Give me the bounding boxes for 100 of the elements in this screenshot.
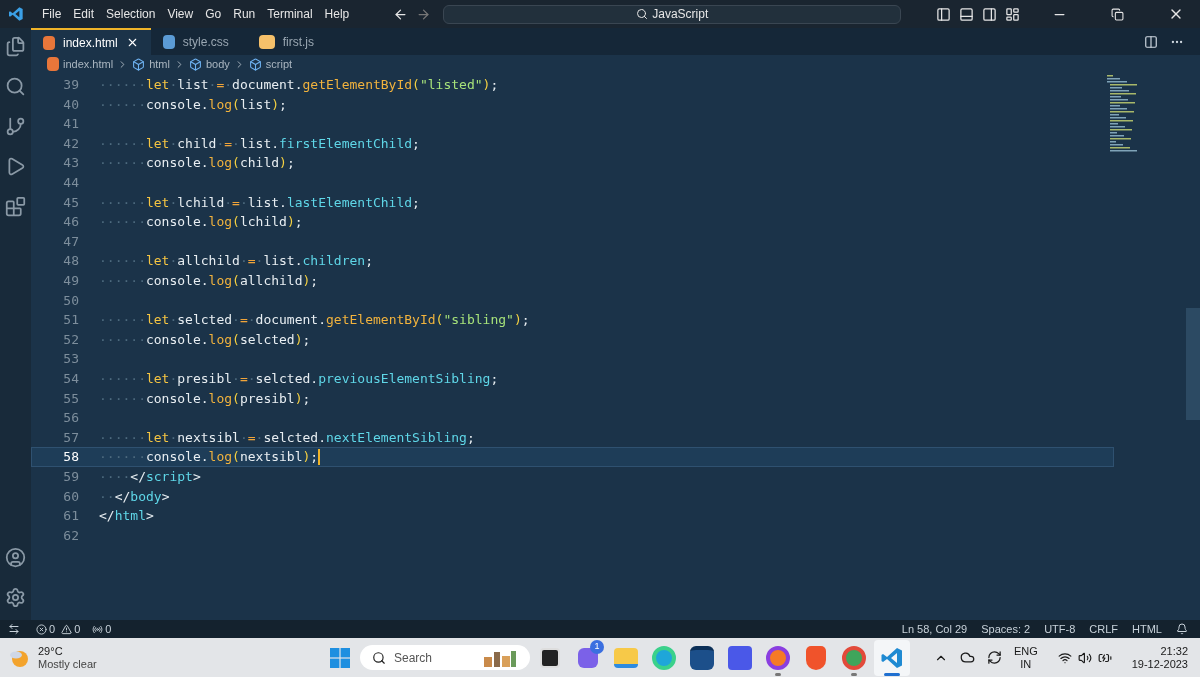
sync-icon[interactable] [986,650,1002,665]
html-file-icon [47,57,59,71]
line-number: 45 [62,193,79,212]
menu-item[interactable]: Go [199,5,228,23]
menu-item[interactable]: Selection [100,5,162,23]
problems-button[interactable]: 0 0 [36,620,81,638]
code-line: ······let·nextsibl·=·selcted.nextElementSibling; [99,428,475,447]
settings-icon[interactable] [5,587,26,608]
notification-badge: 1 [590,639,604,654]
breadcrumb-item[interactable]: html [149,55,170,73]
split-editor-icon[interactable] [1144,34,1158,49]
extensions-icon[interactable] [5,196,26,217]
volume-icon[interactable] [1077,650,1092,665]
explorer-icon[interactable] [5,36,26,57]
status-item[interactable]: Ln 58, Col 29 [901,620,968,638]
breadcrumb-item[interactable]: body [205,55,230,73]
symbol-icon [248,57,262,71]
sidebar-toggle-icon[interactable] [936,6,951,22]
windows-start-icon[interactable] [330,647,350,668]
code-line: ····</script> [99,467,201,486]
vscode-icon[interactable] [8,6,24,22]
line-number: 59 [62,467,79,486]
ports-button[interactable]: 0 [92,620,112,638]
menu-item[interactable]: Terminal [261,5,319,23]
status-item[interactable]: CRLF [1089,620,1119,638]
folder-icon[interactable] [614,647,638,668]
restore-icon[interactable] [1111,7,1124,21]
command-center-text: JavaScript [652,6,709,23]
code-line: </html> [99,507,154,526]
search-icon [372,650,386,665]
menu-item[interactable]: Edit [67,5,101,23]
code-line: ······let·allchild·=·list.children; [99,252,373,271]
line-number: 49 [62,272,79,290]
code-line: ······console.log(list); [99,95,287,114]
line-number: 52 [62,330,79,349]
line-number: 57 [62,428,79,447]
symbol-icon [132,57,146,71]
line-number: 41 [62,115,79,134]
ports-icon [92,623,104,635]
weather-widget[interactable]: 29°C Mostly clear [8,644,158,671]
breadcrumb-item[interactable]: index.html [63,55,114,73]
code-line: ······let·presibl·=·selcted.previousElementSibling; [99,369,499,388]
code-line: ······console.log(presibl); [99,389,311,408]
menu-item[interactable]: File [36,5,68,23]
menu-item[interactable]: Help [318,5,356,23]
menu-item[interactable]: Run [227,5,262,23]
account-icon[interactable] [5,547,26,568]
secondary-sidebar-icon[interactable] [982,6,997,22]
code-line: ······let·selcted·=·document.getElementById("sibling"); [99,311,530,330]
running-indicator [775,672,781,676]
line-number: 43 [62,154,79,173]
back-icon[interactable] [393,6,409,22]
line-number: 42 [62,134,79,153]
forward-icon[interactable] [416,6,432,22]
line-number: 55 [62,389,79,408]
status-item[interactable]: UTF-8 [1044,620,1076,638]
search-icon[interactable] [5,76,26,97]
app-icon[interactable] [728,645,752,670]
line-number: 60 [62,487,79,506]
source-control-icon[interactable] [5,116,26,137]
text-cursor [318,449,321,466]
code-line: ······let·list·=·document.getElementById("listed"); [99,76,499,95]
breadcrumb-item[interactable]: script [265,55,293,73]
taskbar-search-field[interactable]: Search [360,645,530,670]
code-line: ······console.log(lchild); [99,213,303,232]
wifi-icon[interactable] [1057,650,1072,665]
warning-icon [61,623,73,635]
line-number: 40 [62,95,79,114]
menu-item[interactable]: View [161,5,200,23]
line-number: 56 [62,409,79,428]
scrollbar-thumb[interactable] [1186,308,1200,420]
editor-tab[interactable]: first.js [246,28,343,55]
language-indicator[interactable]: ENG IN [1013,644,1038,671]
editor-tab[interactable]: style.css [150,28,247,55]
line-number: 54 [62,369,79,388]
line-number: 58 [62,448,79,467]
remote-icon[interactable] [8,623,20,635]
command-center[interactable]: JavaScript [443,4,902,24]
notifications-icon[interactable] [1176,623,1188,635]
chat-icon[interactable] [578,647,598,668]
line-number: 46 [62,213,79,232]
line-number: 48 [62,252,79,271]
status-item[interactable]: HTML [1132,620,1162,638]
taskbar-button[interactable]: 1 [570,639,606,676]
clock[interactable]: 21:32 19-12-2023 [1131,644,1188,671]
search-icon [636,8,649,20]
status-item[interactable]: Spaces: 2 [981,620,1031,638]
line-number: 50 [62,291,79,310]
running-indicator [851,672,857,676]
panel-toggle-icon[interactable] [959,6,974,22]
layout-icon[interactable] [1005,6,1020,22]
css-file-icon [162,34,175,49]
editor-tab[interactable]: index.html [31,28,151,55]
code-line: ······console.log(allchild); [99,272,319,290]
cloud-icon[interactable] [959,650,975,665]
vscode-icon[interactable] [880,645,904,670]
code-line: ······console.log(nextsibl); [99,448,319,467]
task-view-icon[interactable] [540,647,560,668]
error-icon [36,623,47,635]
store-icon[interactable] [690,645,714,670]
